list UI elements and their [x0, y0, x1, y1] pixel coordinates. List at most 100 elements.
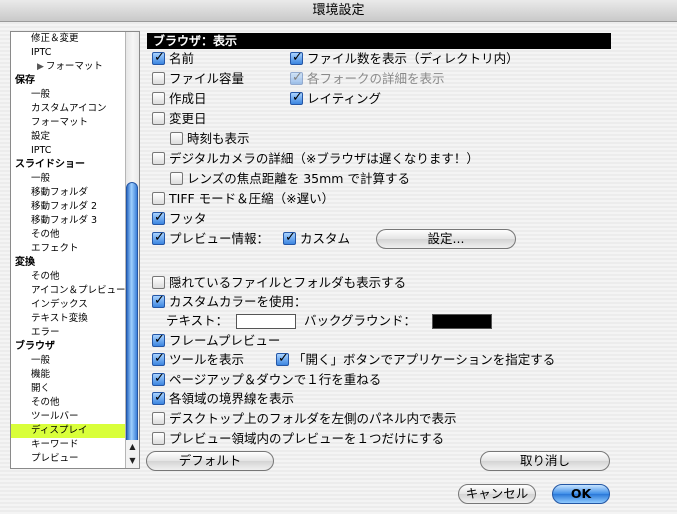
- option-show-borders[interactable]: 各領域の境界線を表示: [152, 390, 295, 407]
- option-rating[interactable]: レイティング: [290, 90, 381, 107]
- scrollbar-thumb[interactable]: [126, 182, 138, 447]
- sidebar-item[interactable]: アイコン＆プレビュー: [11, 284, 126, 298]
- sidebar-item[interactable]: 一般: [11, 88, 126, 102]
- sidebar-item-label: 移動フォルダ 2: [31, 201, 98, 212]
- focal-35mm-checkbox[interactable]: [170, 172, 183, 185]
- sidebar-item[interactable]: カスタムアイコン: [11, 102, 126, 116]
- option-desktop-left[interactable]: デスクトップ上のフォルダを左側のパネル内で表示: [152, 411, 457, 427]
- option-custom-color[interactable]: カスタムカラーを使用：: [152, 293, 307, 310]
- cancel-button[interactable]: キャンセル: [458, 484, 536, 504]
- sidebar-item[interactable]: 設定: [11, 130, 126, 144]
- background-color-swatch[interactable]: [432, 314, 492, 329]
- sidebar-item[interactable]: インデックス: [11, 298, 126, 312]
- sidebar-item-label: ツールバー: [31, 411, 79, 422]
- revert-button[interactable]: 取り消し: [480, 451, 610, 471]
- option-show-time[interactable]: 時刻も表示: [170, 131, 250, 147]
- disclosure-triangle-icon[interactable]: ▶: [37, 60, 44, 74]
- custom-color-checkbox[interactable]: [152, 293, 165, 309]
- sidebar-item[interactable]: 移動フォルダ: [11, 186, 126, 200]
- open-button-app-checkbox[interactable]: [276, 351, 289, 367]
- sidebar-item[interactable]: その他: [11, 396, 126, 410]
- sidebar-item-label: IPTC: [31, 145, 52, 156]
- created-checkbox[interactable]: [152, 92, 165, 105]
- tiff-mode-checkbox[interactable]: [152, 192, 165, 205]
- text-color-swatch[interactable]: [236, 314, 296, 329]
- scroll-up-arrow-icon[interactable]: ▲: [125, 440, 139, 454]
- preview-info-checkbox[interactable]: [152, 230, 165, 246]
- tiff-mode-label: TIFF モード＆圧縮（※遅い）: [169, 191, 335, 206]
- sidebar-item[interactable]: 開く: [11, 382, 126, 396]
- sidebar-item[interactable]: 移動フォルダ 3: [11, 214, 126, 228]
- file-count-checkbox[interactable]: [290, 50, 303, 66]
- footer-label: フッタ: [169, 211, 207, 226]
- option-camera-details[interactable]: デジタルカメラの詳細（※ブラウザは遅くなります！）: [152, 151, 479, 167]
- option-modified[interactable]: 変更日: [152, 111, 207, 127]
- sidebar-item[interactable]: ディスプレイ: [11, 424, 126, 438]
- option-focal-35mm[interactable]: レンズの焦点距離を 35mm で計算する: [170, 171, 410, 187]
- sidebar-item[interactable]: IPTC: [11, 46, 126, 60]
- show-time-checkbox[interactable]: [170, 132, 183, 145]
- sidebar-item[interactable]: 一般: [11, 354, 126, 368]
- option-created[interactable]: 作成日: [152, 91, 207, 107]
- footer-checkbox[interactable]: [152, 210, 165, 226]
- sidebar-section-header: スライドショー: [11, 158, 126, 172]
- option-show-tools[interactable]: ツールを表示: [152, 351, 244, 368]
- option-frame-preview[interactable]: フレームプレビュー: [152, 332, 280, 349]
- window-title: 環境設定: [0, 0, 677, 22]
- option-tiff-mode[interactable]: TIFF モード＆圧縮（※遅い）: [152, 191, 334, 207]
- sidebar-item[interactable]: 移動フォルダ 2: [11, 200, 126, 214]
- settings-button[interactable]: 設定...: [376, 229, 516, 249]
- sidebar-item-label: 修正＆変更: [31, 33, 79, 44]
- option-custom[interactable]: カスタム: [283, 230, 350, 247]
- option-fork-details: 各フォークの詳細を表示: [290, 70, 445, 87]
- option-show-hidden[interactable]: 隠れているファイルとフォルダも表示する: [152, 275, 406, 291]
- option-file-count[interactable]: ファイル数を表示（ディレクトリ内）: [290, 50, 519, 67]
- show-hidden-checkbox[interactable]: [152, 276, 165, 289]
- sidebar-item[interactable]: 一般: [11, 172, 126, 186]
- option-page-overlap[interactable]: ページアップ＆ダウンで１行を重ねる: [152, 371, 381, 388]
- sidebar-item[interactable]: フォーマット: [11, 116, 126, 130]
- option-file-size[interactable]: ファイル容量: [152, 71, 244, 87]
- sidebar-item[interactable]: 機能: [11, 368, 126, 382]
- preferences-sidebar[interactable]: 修正＆変更 IPTC ▶ フォーマット 保存 一般 カスタムアイコン フォーマット 設定 IPTC…: [10, 31, 140, 469]
- frame-preview-checkbox[interactable]: [152, 332, 165, 348]
- sidebar-scrollbar[interactable]: ▲ ▼: [125, 32, 139, 468]
- modified-checkbox[interactable]: [152, 112, 165, 125]
- sidebar-item[interactable]: キーワード: [11, 438, 126, 452]
- sidebar-item[interactable]: IPTC: [11, 144, 126, 158]
- ok-button[interactable]: OK: [552, 484, 610, 504]
- custom-checkbox[interactable]: [283, 230, 296, 246]
- sidebar-item-label: 一般: [31, 355, 51, 366]
- sidebar-item[interactable]: その他: [11, 270, 126, 284]
- single-preview-checkbox[interactable]: [152, 432, 165, 445]
- file-size-checkbox[interactable]: [152, 72, 165, 85]
- sidebar-item[interactable]: その他: [11, 228, 126, 242]
- option-name[interactable]: 名前: [152, 50, 194, 67]
- sidebar-item[interactable]: 修正＆変更: [11, 32, 126, 46]
- desktop-left-checkbox[interactable]: [152, 412, 165, 425]
- option-footer[interactable]: フッタ: [152, 210, 207, 227]
- sidebar-item[interactable]: エフェクト: [11, 242, 126, 256]
- sidebar-item[interactable]: ツールバー: [11, 410, 126, 424]
- sidebar-item-label: キーワード: [31, 439, 79, 450]
- option-open-button-app[interactable]: 「開く」ボタンでアプリケーションを指定する: [276, 351, 555, 368]
- sidebar-item[interactable]: プレビュー: [11, 452, 126, 466]
- sidebar-list: 修正＆変更 IPTC ▶ フォーマット 保存 一般 カスタムアイコン フォーマット 設定 IPTC…: [11, 32, 126, 466]
- sidebar-item[interactable]: エラー: [11, 326, 126, 340]
- show-borders-label: 各領域の境界線を表示: [169, 391, 295, 406]
- show-tools-checkbox[interactable]: [152, 351, 165, 367]
- camera-details-checkbox[interactable]: [152, 152, 165, 165]
- sidebar-item-label: 移動フォルダ 3: [31, 215, 98, 226]
- option-preview-info[interactable]: プレビュー情報：: [152, 230, 269, 247]
- sidebar-item[interactable]: テキスト変換: [11, 312, 126, 326]
- name-checkbox[interactable]: [152, 50, 165, 66]
- rating-checkbox[interactable]: [290, 90, 303, 106]
- sidebar-item-label: スライドショー: [15, 159, 85, 170]
- show-borders-checkbox[interactable]: [152, 390, 165, 406]
- scroll-down-arrow-icon[interactable]: ▼: [125, 454, 139, 468]
- sidebar-item[interactable]: ▶ フォーマット: [11, 60, 126, 74]
- default-button[interactable]: デフォルト: [146, 451, 274, 471]
- option-single-preview[interactable]: プレビュー領域内のプレビューを１つだけにする: [152, 431, 444, 447]
- single-preview-label: プレビュー領域内のプレビューを１つだけにする: [169, 431, 445, 446]
- page-overlap-checkbox[interactable]: [152, 371, 165, 387]
